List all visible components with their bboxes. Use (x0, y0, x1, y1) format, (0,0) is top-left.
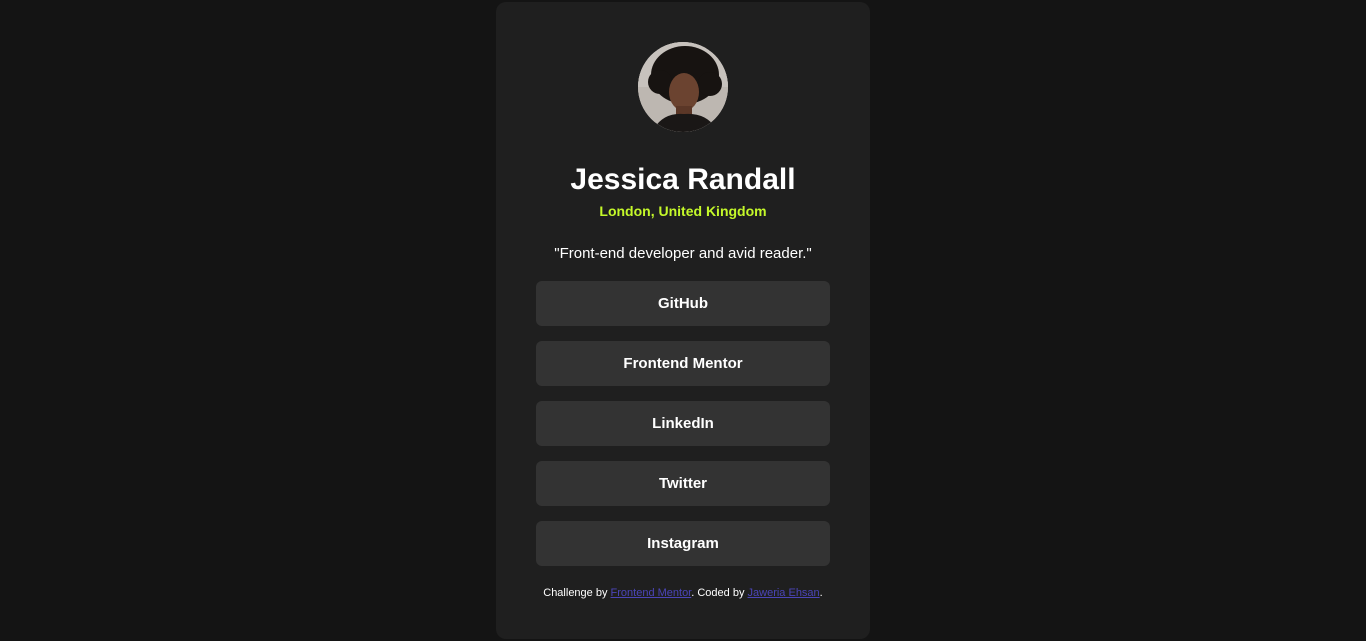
attribution-middle: . Coded by (691, 587, 745, 599)
attribution-prefix: Challenge by (543, 587, 608, 599)
attribution: Challenge by Frontend Mentor. Coded by J… (496, 586, 870, 600)
profile-bio: "Front-end developer and avid reader." (554, 245, 812, 262)
github-link-button[interactable]: GitHub (536, 281, 830, 326)
attribution-suffix: . (819, 587, 823, 599)
profile-name: Jessica Randall (570, 163, 796, 196)
challenge-link[interactable]: Frontend Mentor (611, 587, 692, 599)
avatar (638, 42, 728, 132)
author-link[interactable]: Jaweria Ehsan (748, 587, 820, 599)
linkedin-link-button[interactable]: LinkedIn (536, 401, 830, 446)
profile-card: Jessica Randall London, United Kingdom "… (496, 2, 870, 639)
profile-photo (638, 42, 728, 132)
profile-location: London, United Kingdom (599, 203, 767, 219)
social-links: GitHub Frontend Mentor LinkedIn Twitter … (536, 281, 830, 581)
frontend-mentor-link-button[interactable]: Frontend Mentor (536, 341, 830, 386)
twitter-link-button[interactable]: Twitter (536, 461, 830, 506)
instagram-link-button[interactable]: Instagram (536, 521, 830, 566)
